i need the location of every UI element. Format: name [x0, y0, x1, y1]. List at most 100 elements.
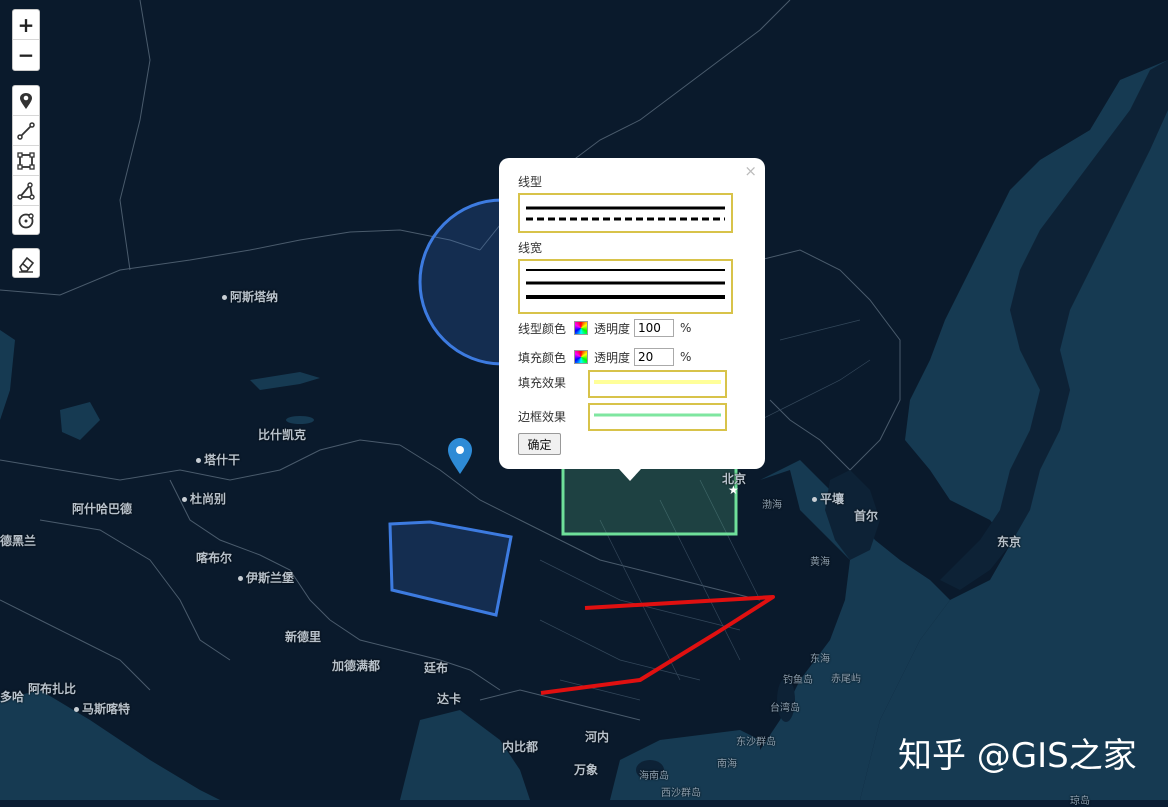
line-opacity-percent: % [680, 321, 692, 335]
polygon-icon [17, 181, 35, 200]
rectangle-icon [17, 151, 35, 170]
city-label: 加德满都 [332, 657, 380, 674]
circle-icon [18, 212, 34, 228]
sea-label: 黄海 [810, 557, 830, 568]
city-dot-icon [238, 576, 243, 581]
city-label: 东京 [997, 533, 1021, 550]
city-label-text: 廷布 [424, 661, 449, 675]
drawn-rectangle [561, 456, 738, 536]
draw-marker-button[interactable] [13, 86, 39, 115]
city-label: 阿什哈巴德 [72, 500, 132, 517]
watermark: 知乎 @GIS之家 [898, 736, 1137, 776]
city-label-text: 德黑兰 [0, 534, 37, 548]
city-label-text: 加德满都 [332, 659, 381, 673]
city-label-text: 马斯喀特 [82, 702, 131, 716]
zoom-control: + − [12, 9, 40, 71]
city-label-text: 东京 [997, 535, 1022, 549]
border-effect-preview [588, 403, 727, 431]
polyline-icon [17, 121, 35, 140]
draw-toolbar [12, 85, 40, 235]
confirm-button[interactable]: 确定 [518, 433, 561, 455]
city-dot-icon [222, 295, 227, 300]
city-label: 北京 [722, 470, 746, 487]
city-label-text: 多哈 [0, 690, 25, 704]
issyk-kul [286, 416, 314, 424]
line-type-label: 线型 [518, 175, 543, 189]
city-dot-icon [182, 497, 187, 502]
fill-color-row: 填充颜色 透明度 % [518, 346, 691, 368]
eraser-icon [19, 256, 35, 273]
marker-icon [20, 92, 32, 109]
line-width-options [526, 269, 725, 299]
city-label: 伊斯兰堡 [238, 569, 294, 586]
fill-effect-label: 填充效果 [518, 376, 567, 390]
city-label: 内比都 [502, 738, 538, 755]
zoom-in-button[interactable]: + [13, 10, 39, 39]
line-opacity-input[interactable] [634, 319, 675, 337]
line-type-options [526, 206, 725, 221]
line-color-label: 线型颜色 [518, 321, 567, 336]
fill-opacity-label: 透明度 [594, 350, 631, 365]
city-label: 达卡 [437, 690, 461, 707]
city-label: 阿布扎比 [28, 680, 76, 697]
sea-label: 渤海 [762, 500, 782, 511]
fill-opacity-input[interactable] [634, 348, 675, 366]
city-label-text: 阿什哈巴德 [72, 502, 133, 516]
sea-label: 东海 [810, 654, 830, 665]
line-opacity-label: 透明度 [594, 321, 631, 336]
city-label-text: 河内 [585, 730, 610, 744]
city-label-text: 北京 [722, 472, 747, 486]
city-label: 德黑兰 [0, 532, 36, 549]
sea-label: 西沙群岛 [661, 788, 701, 799]
fill-opacity-percent: % [680, 350, 692, 364]
sea-label: 南海 [717, 759, 737, 770]
city-label-text: 比什凯克 [258, 428, 307, 442]
city-label: 阿斯塔纳 [222, 288, 278, 305]
city-label-text: 塔什干 [204, 453, 241, 467]
city-label: 塔什干 [196, 451, 240, 468]
city-label-text: 阿斯塔纳 [230, 290, 279, 304]
city-label-text: 首尔 [854, 509, 879, 523]
city-label-text: 杜尚别 [190, 492, 227, 506]
city-label: 首尔 [854, 507, 878, 524]
city-label: 万象 [574, 761, 598, 778]
sea-label: 海南岛 [639, 771, 669, 782]
line-type-selector[interactable] [518, 193, 733, 233]
line-width-selector[interactable] [518, 259, 733, 314]
eraser-control [12, 248, 40, 278]
city-label-text: 阿布扎比 [28, 682, 77, 696]
city-label: 杜尚别 [182, 490, 226, 507]
sea-label: 赤尾屿 [831, 674, 861, 685]
line-color-row: 线型颜色 透明度 % [518, 317, 691, 339]
erase-button[interactable] [13, 249, 39, 278]
border-effect-label: 边框效果 [518, 410, 567, 424]
city-label-text: 喀布尔 [196, 551, 233, 565]
zoom-out-button[interactable]: − [13, 39, 39, 69]
city-dot-icon [196, 458, 201, 463]
draw-circle-button[interactable] [13, 205, 39, 235]
sea-label: 东沙群岛 [736, 737, 776, 748]
fill-color-picker-icon[interactable] [574, 350, 589, 364]
line-width-label: 线宽 [518, 241, 543, 255]
draw-polyline-button[interactable] [13, 115, 39, 145]
city-label-text: 新德里 [285, 630, 322, 644]
fill-effect-preview [588, 370, 727, 398]
style-popup: × 线型 线宽 线型颜色 透明度 % 填充颜色 透明度 % 填充效果 边框效果 … [499, 158, 765, 481]
draw-rectangle-button[interactable] [13, 145, 39, 175]
city-label: 喀布尔 [196, 549, 232, 566]
city-label: 比什凯克 [258, 426, 306, 443]
line-color-picker-icon[interactable] [574, 321, 589, 335]
sea-label: 钓鱼岛 [783, 675, 813, 686]
fill-color-label: 填充颜色 [518, 350, 567, 365]
city-label: 廷布 [424, 659, 448, 676]
city-label: 多哈 [0, 688, 24, 705]
city-dot-icon [812, 497, 817, 502]
city-label: 河内 [585, 728, 609, 745]
draw-polygon-button[interactable] [13, 175, 39, 205]
city-label-text: 内比都 [502, 740, 539, 754]
city-label-text: 伊斯兰堡 [246, 571, 295, 585]
city-label: 新德里 [285, 628, 321, 645]
city-label: 平壤 [812, 490, 844, 507]
close-icon[interactable]: × [744, 162, 757, 180]
city-label-text: 万象 [574, 763, 599, 777]
